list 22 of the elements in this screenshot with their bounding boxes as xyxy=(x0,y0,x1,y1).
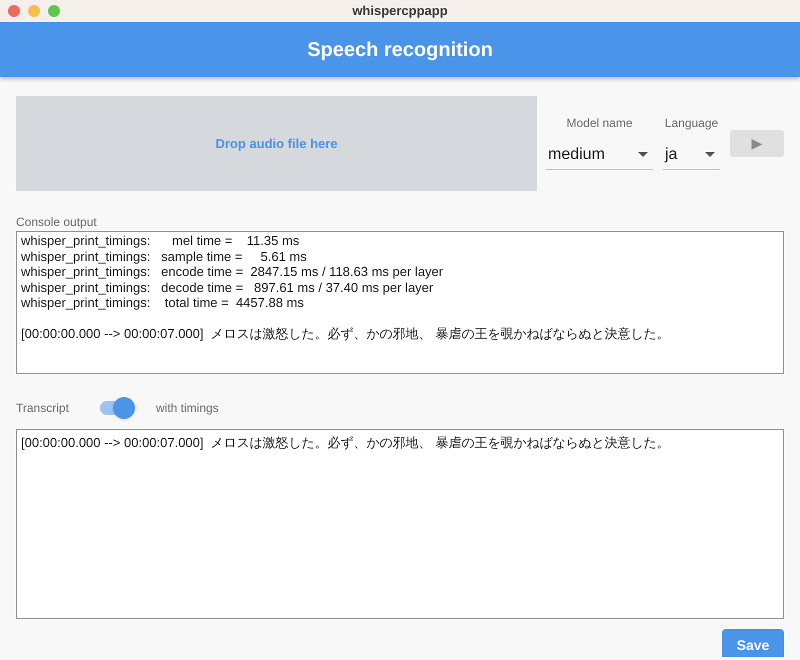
minimize-icon[interactable] xyxy=(28,5,40,17)
console-line: whisper_print_timings: encode time = 2847.15 ms / 118.63 ms per layer xyxy=(21,264,444,280)
console-line: whisper_print_timings: decode time = 897.61 ms / 37.40 ms per layer xyxy=(21,280,434,295)
dropdown-field[interactable]: ja xyxy=(663,140,720,170)
console-line: whisper_print_timings: mel time = 11.35 ms xyxy=(21,233,300,248)
caret-icon xyxy=(705,152,715,157)
close-icon[interactable] xyxy=(8,5,20,17)
console-line: whisper_print_timings: total time = 4457.88 ms xyxy=(21,295,305,310)
transcript-text-area[interactable]: [00:00:00.000 --> 00:00:07.000] メロスは激怒した。必ず、かの邪地、 暴虐の王を覗かねばならぬと決意した。 xyxy=(16,429,784,619)
caret-icon xyxy=(638,152,648,157)
header-title: Speech recognition xyxy=(307,38,493,62)
console-label: Console output xyxy=(16,215,98,229)
console-line: [00:00:00.000 --> 00:00:07.000] メロスは激怒した。必ず、かの邪地、 暴虐の王を覗かねばならぬと決意した。 xyxy=(21,326,670,342)
window-title: whispercppapp xyxy=(352,2,448,20)
transcript-label: Transcript xyxy=(16,400,70,417)
drop-zone-label: Drop audio file here xyxy=(215,134,338,153)
toggle-label: with timings xyxy=(156,400,219,417)
console-line: whisper_print_timings: sample time = 5.61 ms xyxy=(21,248,308,264)
field-label: Language xyxy=(664,115,718,132)
maximize-icon[interactable] xyxy=(48,5,60,17)
field-label: Model name xyxy=(566,115,633,132)
dropdown-field[interactable]: medium xyxy=(546,140,653,170)
